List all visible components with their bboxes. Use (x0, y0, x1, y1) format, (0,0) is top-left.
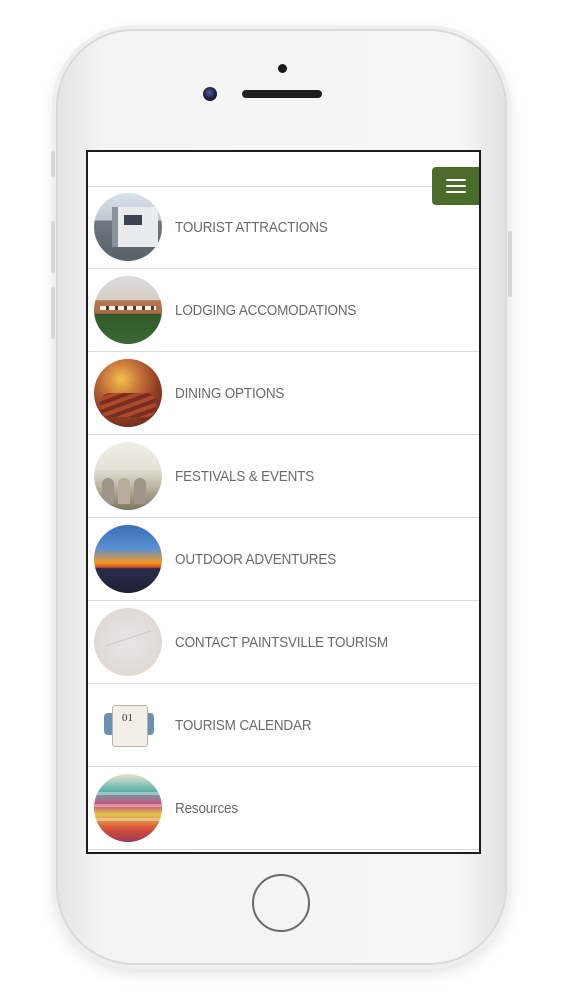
festival-crowd-photo (94, 442, 162, 510)
mute-switch (51, 151, 55, 177)
menu-item-contact-paintsville-tourism[interactable]: CONTACT PAINTSVILLE TOURISM (88, 601, 479, 684)
home-button[interactable] (252, 874, 310, 932)
earpiece-speaker (242, 90, 322, 98)
menu-item-tourism-calendar[interactable]: TOURISM CALENDAR (88, 684, 479, 767)
menu-item-resources[interactable]: Resources (88, 767, 479, 850)
building-photo (94, 193, 162, 261)
phone-screen: TOURIST ATTRACTIONS LODGING ACCOMODATION… (86, 150, 481, 854)
power-button (508, 231, 512, 297)
hotel-photo (94, 276, 162, 344)
colored-paper-photo (94, 774, 162, 842)
menu-item-label: TOURIST ATTRACTIONS (175, 218, 328, 236)
volume-up-button (51, 221, 55, 273)
lake-sunset-photo (94, 525, 162, 593)
volume-down-button (51, 287, 55, 339)
menu-item-label: DINING OPTIONS (175, 384, 285, 402)
menu-item-label: TOURISM CALENDAR (175, 716, 312, 734)
map-photo (94, 608, 162, 676)
menu-item-label: LODGING ACCOMODATIONS (175, 301, 357, 319)
menu-item-label: Resources (175, 799, 238, 817)
menu-item-dining-options[interactable]: DINING OPTIONS (88, 352, 479, 435)
menu-item-label: CONTACT PAINTSVILLE TOURISM (175, 633, 388, 651)
menu-item-festivals-events[interactable]: FESTIVALS & EVENTS (88, 435, 479, 518)
front-camera (203, 87, 217, 101)
calendar-photo (94, 691, 162, 759)
top-bar (88, 152, 479, 187)
menu-item-outdoor-adventures[interactable]: OUTDOOR ADVENTURES (88, 518, 479, 601)
navigation-menu: TOURIST ATTRACTIONS LODGING ACCOMODATION… (88, 186, 479, 850)
steak-dinner-photo (94, 359, 162, 427)
proximity-sensor (278, 64, 287, 73)
menu-item-label: FESTIVALS & EVENTS (175, 467, 315, 485)
menu-item-tourist-attractions[interactable]: TOURIST ATTRACTIONS (88, 186, 479, 269)
menu-item-label: OUTDOOR ADVENTURES (175, 550, 337, 568)
menu-item-lodging-accomodations[interactable]: LODGING ACCOMODATIONS (88, 269, 479, 352)
